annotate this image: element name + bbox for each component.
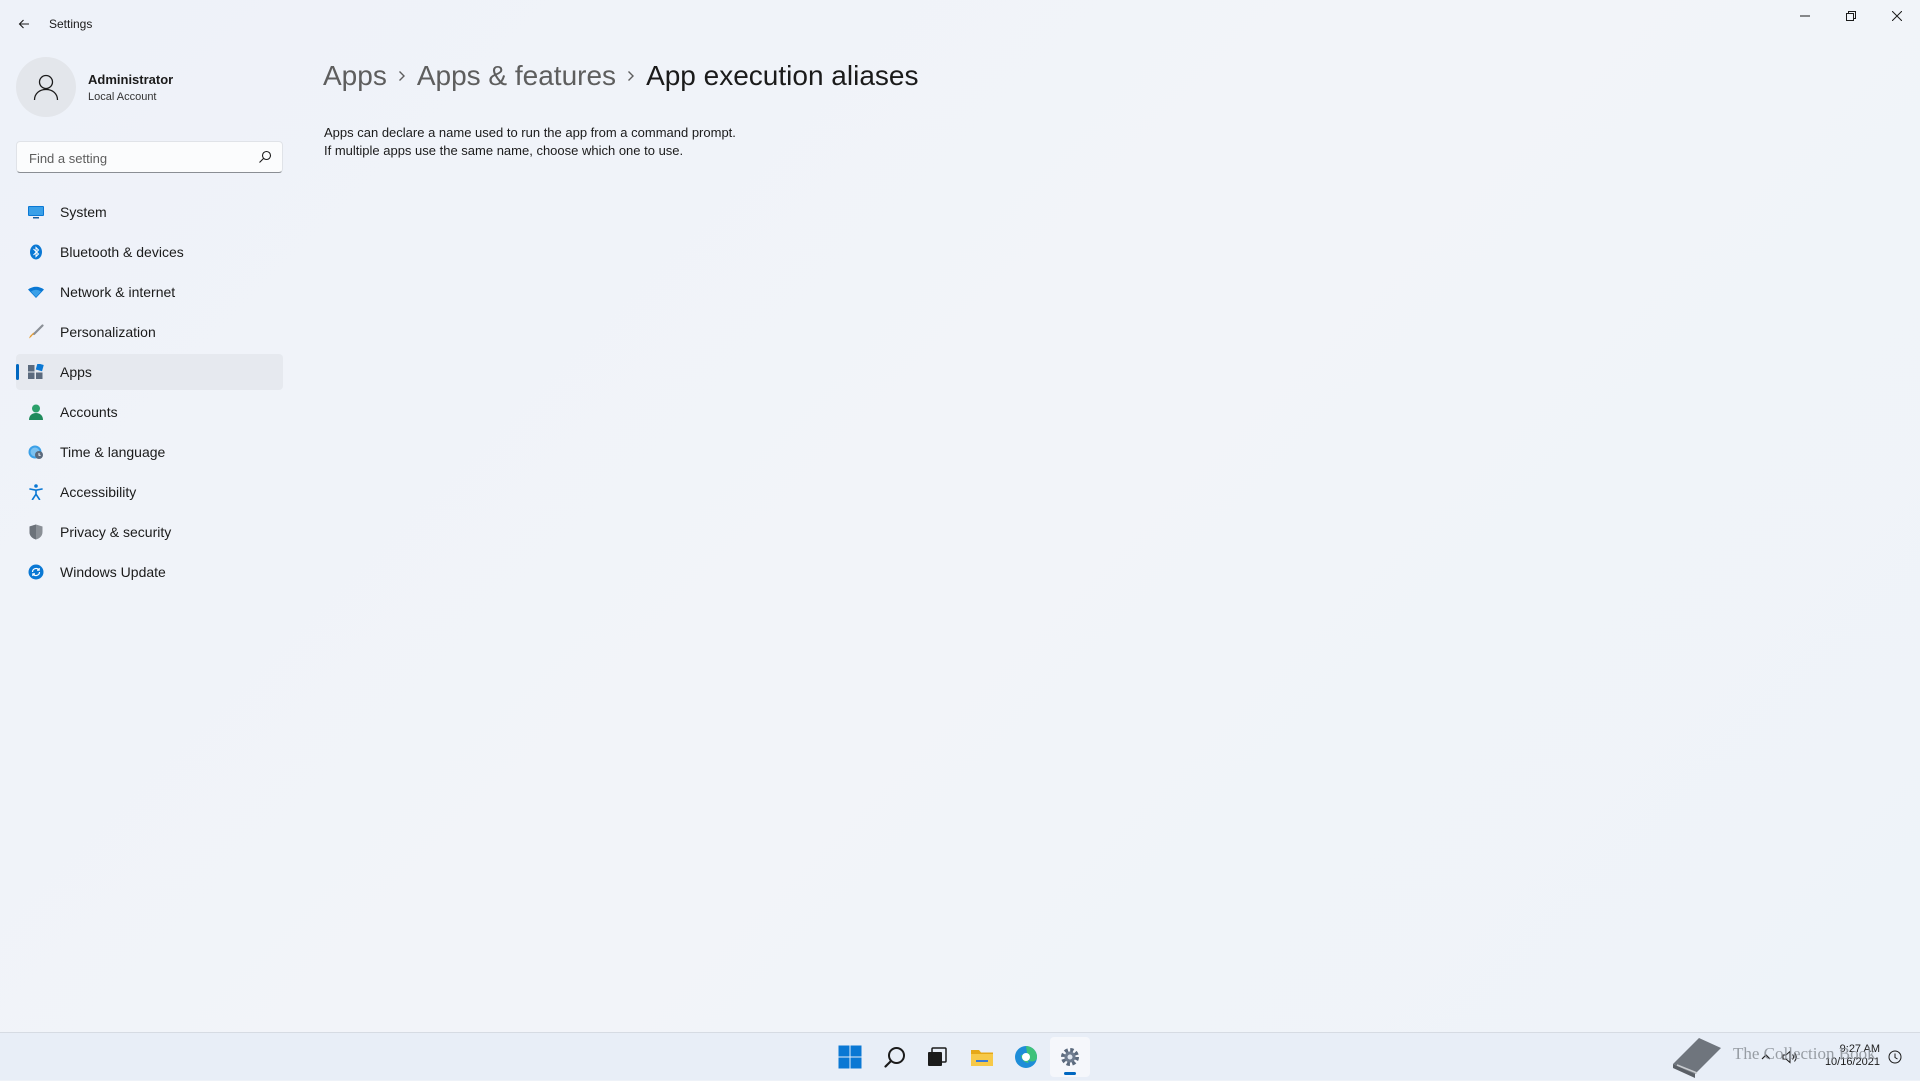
sidebar-item-windows-update[interactable]: Windows Update	[16, 554, 283, 590]
start-icon	[838, 1045, 862, 1069]
wifi-icon	[28, 284, 44, 300]
globe-clock-icon	[28, 444, 44, 460]
user-name: Administrator	[88, 72, 174, 87]
restore-icon	[1846, 11, 1856, 21]
description-line: If multiple apps use the same name, choo…	[324, 143, 684, 158]
sidebar-item-label: Bluetooth & devices	[60, 244, 184, 260]
sidebar-item-time-language[interactable]: Time & language	[16, 434, 283, 470]
user-icon	[33, 74, 59, 101]
back-button[interactable]	[10, 10, 38, 38]
selection-indicator	[16, 364, 19, 380]
file-explorer-button[interactable]	[962, 1037, 1002, 1077]
bluetooth-icon	[28, 244, 44, 260]
window-title: Settings	[49, 17, 93, 31]
description-line: Apps can declare a name used to run the …	[324, 125, 736, 140]
sidebar-item-network-internet[interactable]: Network & internet	[16, 274, 283, 310]
edge-icon	[1015, 1046, 1037, 1068]
sidebar-item-bluetooth-devices[interactable]: Bluetooth & devices	[16, 234, 283, 270]
monitor-icon	[28, 204, 44, 220]
sidebar-item-privacy-security[interactable]: Privacy & security	[16, 514, 283, 550]
sidebar-item-apps[interactable]: Apps	[16, 354, 283, 390]
task-view-button[interactable]	[917, 1037, 957, 1077]
breadcrumb: Apps Apps & features App execution alias…	[323, 56, 918, 96]
account-type: Local Account	[88, 91, 157, 103]
sidebar-item-label: Time & language	[60, 444, 166, 460]
taskbar: 9:27 AM 10/16/2021	[0, 1032, 1920, 1080]
minimize-button[interactable]	[1782, 0, 1828, 32]
edge-button[interactable]	[1006, 1037, 1046, 1077]
task-view-icon	[928, 1047, 947, 1066]
search-box[interactable]	[16, 141, 283, 173]
sidebar-nav: System Bluetooth & devices Network & int…	[16, 194, 283, 594]
shield-icon	[28, 524, 44, 540]
file-explorer-icon	[971, 1050, 993, 1066]
page-description: Apps can declare a name used to run the …	[324, 124, 736, 160]
settings-app-button[interactable]	[1050, 1037, 1090, 1077]
apps-icon	[28, 364, 44, 380]
sidebar-item-accessibility[interactable]: Accessibility	[16, 474, 283, 510]
sidebar-item-label: Personalization	[60, 324, 156, 340]
chevron-right-icon	[387, 56, 417, 96]
settings-icon	[1061, 1048, 1079, 1066]
sidebar-item-personalization[interactable]: Personalization	[16, 314, 283, 350]
search-icon	[884, 1047, 905, 1068]
sidebar-item-label: Privacy & security	[60, 524, 172, 540]
sidebar-item-system[interactable]: System	[16, 194, 283, 230]
search-input[interactable]	[27, 148, 251, 168]
back-arrow-icon	[18, 19, 29, 29]
accessibility-icon	[28, 484, 44, 500]
sidebar-item-label: Accounts	[60, 404, 118, 420]
minimize-icon	[1800, 15, 1810, 17]
breadcrumb-apps-features[interactable]: Apps & features	[417, 60, 616, 92]
chevron-right-icon	[616, 56, 646, 96]
settings-window: Settings Administrator Local Account Sys…	[0, 0, 1920, 1032]
search-icon[interactable]	[258, 150, 272, 164]
watermark-text: The Collection Book	[1733, 1044, 1876, 1063]
page-title: App execution aliases	[646, 60, 919, 91]
breadcrumb-apps[interactable]: Apps	[323, 60, 387, 92]
restore-button[interactable]	[1828, 0, 1874, 32]
title-bar: Settings	[0, 0, 1920, 48]
close-icon	[1892, 11, 1902, 21]
close-button[interactable]	[1874, 0, 1920, 32]
update-icon	[28, 564, 44, 580]
avatar[interactable]	[16, 57, 76, 117]
sidebar-item-label: Apps	[60, 364, 92, 380]
sidebar-item-label: Windows Update	[60, 564, 166, 580]
sidebar-item-label: System	[60, 204, 107, 220]
brush-icon	[28, 324, 44, 340]
active-indicator	[1064, 1072, 1076, 1075]
sidebar-item-accounts[interactable]: Accounts	[16, 394, 283, 430]
taskbar-search-button[interactable]	[875, 1037, 915, 1077]
sidebar-item-label: Network & internet	[60, 284, 176, 300]
person-icon	[28, 404, 44, 420]
start-button[interactable]	[830, 1037, 870, 1077]
sidebar-item-label: Accessibility	[60, 484, 137, 500]
